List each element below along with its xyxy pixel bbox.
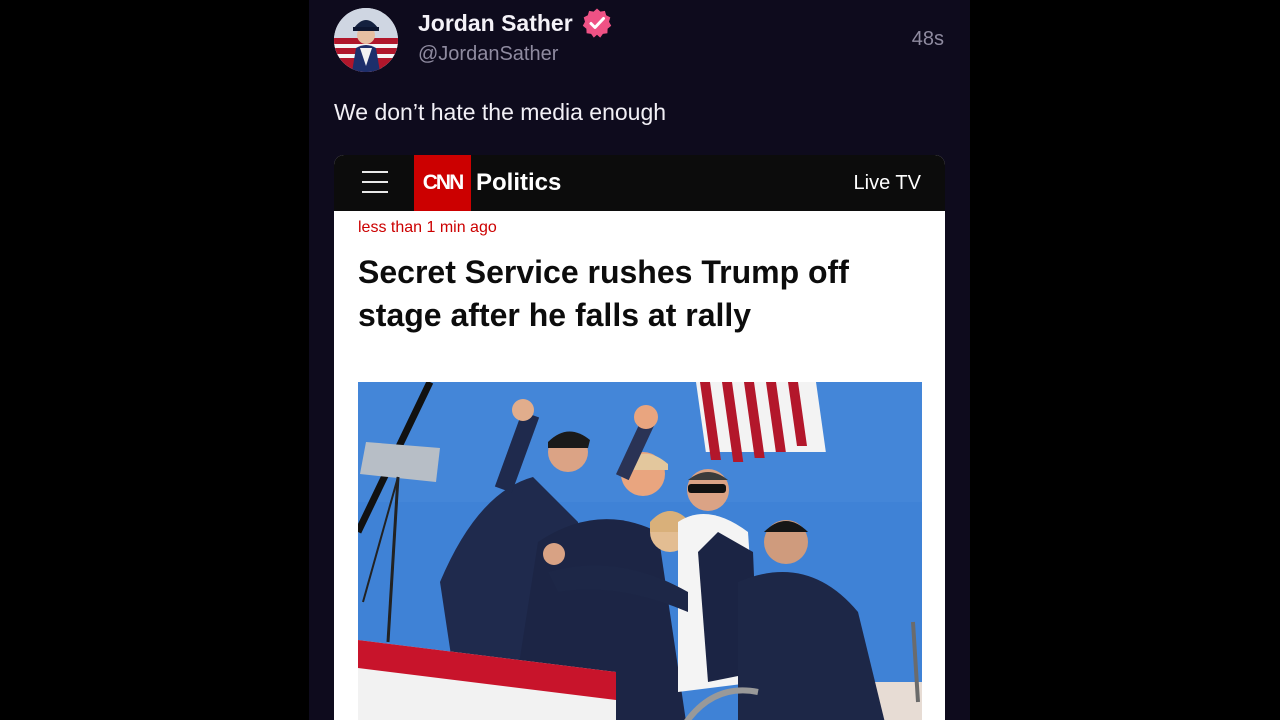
article-headline: Secret Service rushes Trump off stage af… [358,254,849,333]
post-text: We don’t hate the media enough [334,99,667,125]
verified-badge-icon [582,8,611,38]
author-row: Jordan Sather [418,8,613,38]
post-timestamp: 48s [911,28,944,50]
live-tv-link: Live TV [853,172,921,194]
author-handle[interactable]: @JordanSather [418,43,558,66]
cnn-header-bar: CNN Politics Live TV [334,155,945,211]
profile-avatar[interactable] [334,8,398,72]
article-timestamp: less than 1 min ago [358,219,497,236]
hamburger-menu-icon [362,171,388,195]
author-name[interactable]: Jordan Sather [418,10,573,37]
section-title: Politics [476,169,562,196]
news-screenshot[interactable]: CNN Politics Live TV less than 1 min ago… [334,155,945,720]
rally-stage-photo [358,382,922,720]
post-card: Jordan Sather @JordanSather 48s We don’t… [309,0,970,720]
cnn-logo: CNN [414,155,471,211]
